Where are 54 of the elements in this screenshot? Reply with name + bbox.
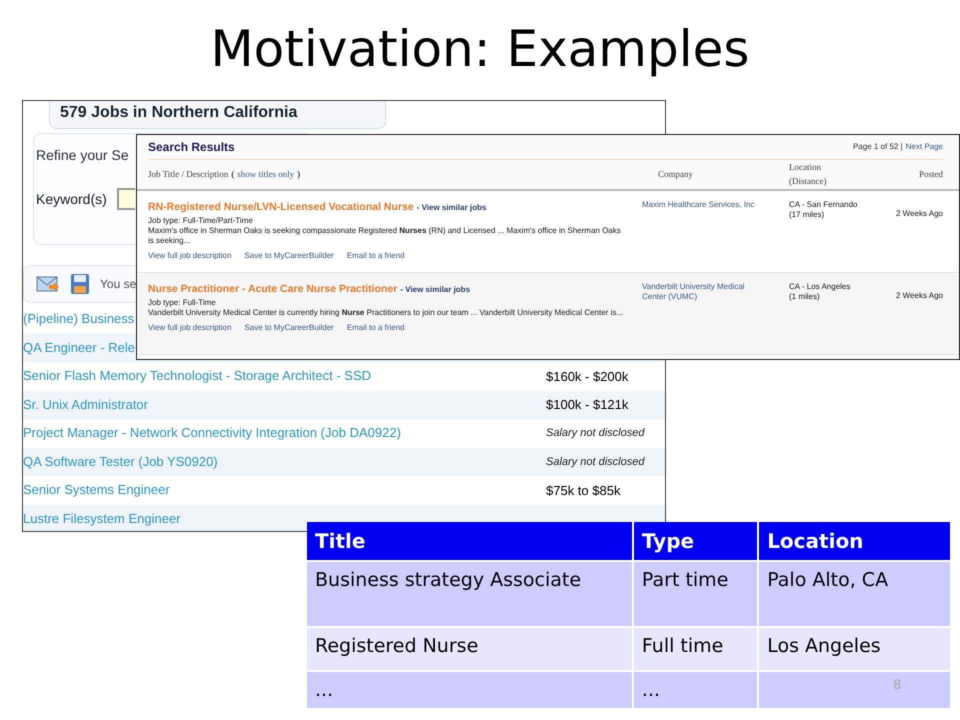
- similar-jobs-link[interactable]: - View similar jobs: [400, 284, 470, 296]
- slide-title: Motivation: Examples: [210, 19, 750, 80]
- location-text: CA - San Fernando: [789, 200, 858, 210]
- salary-text: $75k to $85k: [546, 482, 620, 500]
- table-cell: Part time: [634, 562, 758, 626]
- column-header: Location (Distance): [789, 161, 828, 188]
- table-cell: ...: [634, 672, 758, 708]
- salary-text: Salary not disclosed: [546, 426, 644, 441]
- table-cell: ...: [307, 672, 632, 708]
- similar-jobs-link[interactable]: - View similar jobs: [416, 202, 486, 214]
- results-title: Search Results: [148, 139, 235, 156]
- parenthesis: ): [297, 168, 300, 181]
- job-description: Vanderbilt University Medical Center is currently hiring Nurse Practitioners to join our team ... Vanderbilt University Medical Center is...: [148, 308, 624, 318]
- column-header: Posted: [918, 168, 943, 179]
- job-action-link[interactable]: View full job description: [148, 250, 232, 262]
- distance-text: (17 miles): [789, 210, 826, 220]
- job-action-link[interactable]: Email to a friend: [346, 250, 405, 262]
- keyword-label: Keyword(s): [36, 190, 107, 209]
- salary-text: $160k - $200k: [546, 368, 628, 386]
- table-cell: Los Angeles: [759, 628, 950, 670]
- salary-text: Salary not disclosed: [546, 454, 644, 470]
- salary-text: $100k - $121k: [546, 396, 628, 414]
- table-cell: Business strategy Associate: [307, 562, 632, 626]
- toolbar-text: You se: [100, 276, 136, 293]
- parenthesis: (: [231, 168, 234, 181]
- column-header: Company: [658, 168, 693, 179]
- column-header: Location: [759, 522, 950, 560]
- table-cell: Palo Alto, CA: [759, 562, 950, 626]
- column-header: Job Title / Description: [148, 168, 228, 181]
- job-type-text: Job type: Full-Time/Part-Time: [148, 216, 254, 226]
- posted-text: 2 Weeks Ago: [896, 291, 943, 300]
- column-header: Type: [634, 522, 758, 560]
- job-description: Maxim's office in Sherman Oaks is seeking compassionate Registered Nurses (RN) and Licensed ... Maxim's office in Sherman Oaks is seeking...: [148, 226, 622, 246]
- job-action-link[interactable]: View full job description: [148, 322, 232, 334]
- page-number: 8: [893, 677, 902, 695]
- column-header: Title: [307, 522, 632, 560]
- page-heading: 579 Jobs in Northern California: [49, 101, 386, 129]
- job-action-link[interactable]: Save to MyCareerBuilder: [244, 322, 334, 334]
- posted-text: 2 Weeks Ago: [896, 209, 943, 218]
- pagination-text: Page 1 of 52 |: [852, 141, 903, 153]
- next-page-link[interactable]: Next Page: [906, 141, 943, 153]
- company-link[interactable]: Maxim Healthcare Services, Inc: [642, 200, 759, 210]
- show-titles-link[interactable]: show titles only: [237, 168, 294, 182]
- job-action-link[interactable]: Email to a friend: [346, 322, 405, 334]
- distance-text: (1 miles): [789, 292, 821, 302]
- company-link[interactable]: Vanderbilt University Medical Center (VUMC): [642, 282, 759, 302]
- job-type-text: Job type: Full-Time: [148, 298, 217, 308]
- email-icon[interactable]: [36, 274, 60, 294]
- keyword-input-field[interactable]: [116, 188, 135, 210]
- table-cell: Full time: [634, 628, 758, 670]
- job-action-link[interactable]: Save to MyCareerBuilder: [244, 250, 334, 262]
- refine-label: Refine your Se: [36, 146, 129, 165]
- location-text: CA - Los Angeles: [789, 282, 852, 292]
- table-cell: Registered Nurse: [307, 628, 632, 670]
